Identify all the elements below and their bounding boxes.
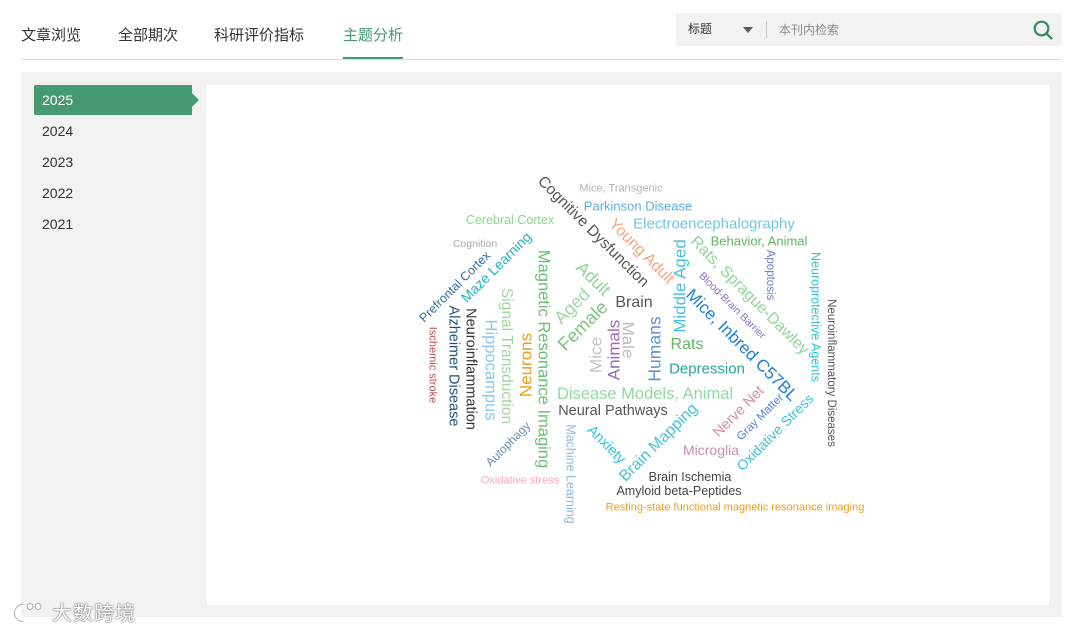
tab-topic-analysis[interactable]: 主题分析	[343, 24, 404, 59]
word-cloud-term[interactable]: Cerebral Cortex	[466, 214, 554, 227]
word-cloud-term[interactable]: Behavior, Animal	[711, 235, 808, 248]
word-cloud-term[interactable]: Electroencephalography	[633, 217, 795, 232]
search-field-select[interactable]: 标题	[676, 13, 764, 46]
watermark-logo-icon	[13, 603, 42, 623]
year-item-2021[interactable]: 2021	[34, 209, 192, 239]
word-cloud-term[interactable]: Mice, Transgenic	[579, 183, 662, 195]
tab-research-metrics[interactable]: 科研评价指标	[214, 24, 304, 59]
word-cloud-term[interactable]: Oxidative stress	[481, 475, 559, 487]
word-cloud-term[interactable]: Brain	[615, 295, 652, 311]
chevron-down-icon	[743, 27, 753, 33]
search-field-label: 标题	[688, 22, 713, 36]
year-list: 2025 2024 2023 2022 2021	[34, 85, 199, 240]
nav-divider	[21, 59, 1062, 60]
watermark: 大数跨境	[8, 599, 136, 627]
word-cloud-term[interactable]: Neuroinflammatory Diseases	[824, 299, 837, 447]
word-cloud-term[interactable]: Neural Pathways	[558, 404, 668, 419]
word-cloud-term[interactable]: Amyloid beta-Peptides	[616, 485, 741, 498]
word-cloud-term[interactable]: Machine Learning	[563, 424, 577, 523]
word-cloud-term[interactable]: Humans	[644, 316, 664, 381]
word-cloud-term[interactable]: Neurons	[517, 333, 536, 397]
word-cloud-term[interactable]: Ischemic stroke	[427, 327, 439, 403]
search-button[interactable]	[1032, 19, 1054, 41]
word-cloud-term[interactable]: Brain Ischemia	[649, 471, 732, 484]
watermark-text: 大数跨境	[52, 601, 136, 625]
year-item-2025[interactable]: 2025	[34, 85, 199, 115]
search-input[interactable]	[779, 13, 1024, 46]
year-item-2023[interactable]: 2023	[34, 147, 192, 177]
word-cloud-term[interactable]: Microglia	[683, 443, 739, 457]
year-item-2024[interactable]: 2024	[34, 116, 192, 146]
topic-analysis-panel: 2025 2024 2023 2022 2021 Mice, Transgeni…	[21, 72, 1062, 617]
search-divider	[766, 21, 767, 38]
word-cloud-term[interactable]: Autophagy	[483, 419, 533, 469]
word-cloud-term[interactable]: Depression	[669, 362, 745, 377]
word-cloud-term[interactable]: Mice	[587, 337, 606, 373]
tab-article-browse[interactable]: 文章浏览	[21, 24, 81, 59]
word-cloud-term[interactable]: Parkinson Disease	[584, 200, 692, 213]
year-item-2022[interactable]: 2022	[34, 178, 192, 208]
word-cloud-term[interactable]: Apoptosis	[763, 250, 776, 301]
page: 文章浏览 全部期次 科研评价指标 主题分析 标题 2025 2024 2023 …	[0, 0, 1080, 634]
word-cloud-term[interactable]: Neuroinflammation	[462, 308, 478, 430]
word-cloud-term[interactable]: Resting-state functional magnetic resona…	[606, 502, 865, 514]
word-cloud-term[interactable]: Signal Transduction	[498, 288, 515, 424]
search-bar: 标题	[676, 13, 1062, 46]
tab-all-issues[interactable]: 全部期次	[118, 24, 178, 59]
word-cloud-term[interactable]: Animals	[605, 320, 624, 380]
word-cloud-term[interactable]: Magnetic Resonance Imaging	[534, 250, 552, 468]
word-cloud-term[interactable]: Cognition	[453, 239, 497, 250]
word-cloud-term[interactable]: Rats	[671, 337, 704, 353]
word-cloud-term[interactable]: Disease Models, Animal	[557, 386, 733, 403]
word-cloud-term[interactable]: Alzheimer Disease	[445, 306, 461, 427]
word-cloud-term[interactable]: Neuroprotective Agents	[808, 252, 822, 382]
word-cloud-term[interactable]: Middle Aged	[671, 239, 690, 333]
word-cloud-term[interactable]: Hippocampus	[481, 320, 499, 421]
word-cloud: Mice, Transgenic Parkinson Disease Cogni…	[207, 85, 1049, 605]
word-cloud-term[interactable]: Anxiety	[584, 422, 629, 467]
search-icon	[1033, 20, 1053, 40]
